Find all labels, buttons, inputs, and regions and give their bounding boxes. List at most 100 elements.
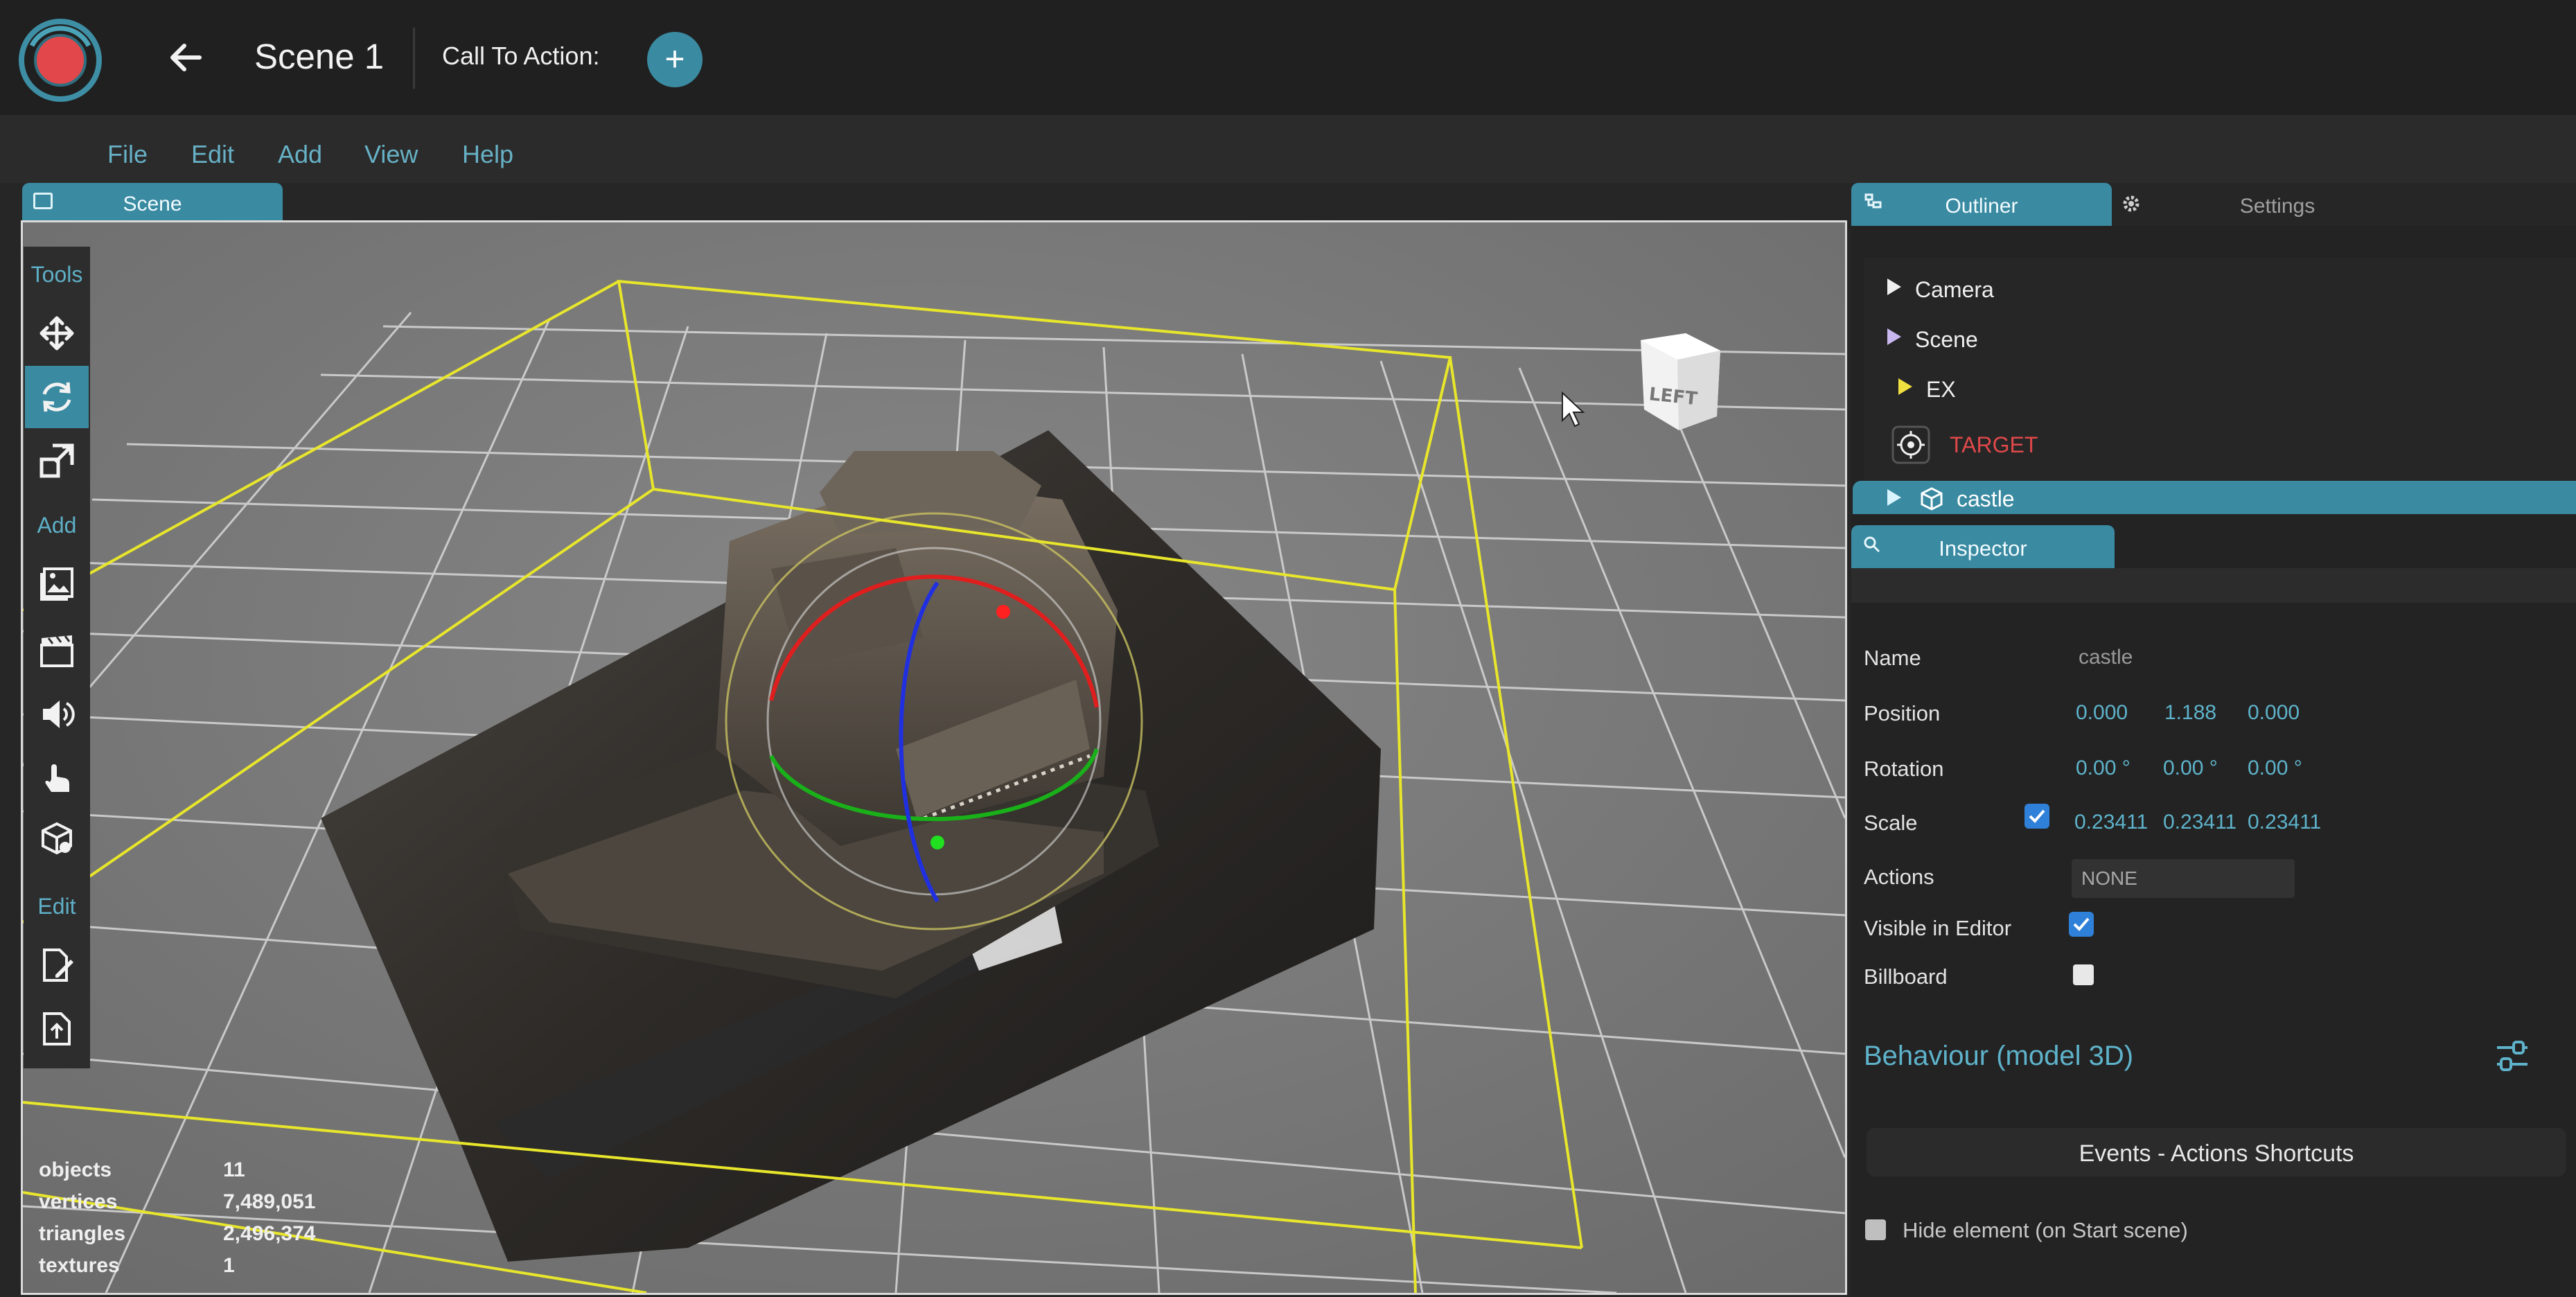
stat-value: 7,489,051 bbox=[223, 1190, 316, 1213]
expand-arrow-icon[interactable] bbox=[1887, 328, 1901, 345]
events-actions-shortcuts-button[interactable]: Events - Actions Shortcuts bbox=[1867, 1128, 2566, 1176]
cube-icon bbox=[1921, 487, 1943, 511]
billboard-label: Billboard bbox=[1864, 964, 1948, 989]
stat-value: 1 bbox=[223, 1254, 235, 1277]
app-logo[interactable] bbox=[18, 18, 103, 103]
visible-in-editor-label: Visible in Editor bbox=[1864, 916, 2012, 940]
actions-select-value: NONE bbox=[2081, 867, 2137, 889]
hide-element-label: Hide element (on Start scene) bbox=[1903, 1218, 2188, 1242]
add-audio-button[interactable] bbox=[25, 683, 89, 745]
scale-label: Scale bbox=[1864, 811, 1918, 835]
scene-title[interactable]: Scene 1 bbox=[254, 36, 384, 77]
tab-settings[interactable]: Settings bbox=[2142, 183, 2412, 226]
tab-inspector[interactable]: Inspector bbox=[1851, 525, 2115, 568]
audio-icon bbox=[43, 700, 75, 728]
stat-label: objects bbox=[39, 1158, 112, 1181]
arrow-left-icon[interactable] bbox=[164, 35, 209, 80]
add-interaction-button[interactable] bbox=[25, 748, 89, 811]
menu-file[interactable]: File bbox=[107, 140, 148, 169]
menu-view[interactable]: View bbox=[364, 140, 418, 169]
stat-label: vertices bbox=[39, 1190, 118, 1213]
scene-stats: objects 11 vertices 7,489,051 triangles 2,4… bbox=[39, 1158, 371, 1286]
edit-file-icon bbox=[43, 949, 73, 982]
outliner-item-ex[interactable]: EX bbox=[1864, 369, 2576, 407]
outliner-item-camera[interactable]: Camera bbox=[1864, 269, 2576, 308]
scale-tool-button[interactable] bbox=[25, 430, 89, 492]
visible-in-editor-checkbox[interactable] bbox=[2069, 912, 2094, 937]
expand-arrow-icon[interactable] bbox=[1887, 489, 1901, 506]
menu-bar: File Edit Add View Help bbox=[0, 115, 2576, 183]
checkmark-icon bbox=[2073, 917, 2090, 931]
menu-help[interactable]: Help bbox=[462, 140, 513, 169]
menu-edit[interactable]: Edit bbox=[191, 140, 234, 169]
call-to-action-label: Call To Action: bbox=[442, 42, 600, 70]
outliner-item-label: castle bbox=[1957, 486, 2015, 511]
expand-arrow-icon[interactable] bbox=[1898, 378, 1912, 395]
outliner-item-castle[interactable]: castle bbox=[1853, 481, 2576, 514]
checkmark-icon bbox=[2029, 809, 2045, 823]
outliner-tree: Camera Scene EX TARGET castle bbox=[1853, 258, 2576, 514]
add-image-button[interactable] bbox=[25, 553, 89, 615]
position-x-field[interactable]: 0.000 bbox=[2076, 701, 2128, 725]
target-icon bbox=[1891, 425, 1930, 464]
events-actions-label: Events - Actions Shortcuts bbox=[2079, 1140, 2354, 1167]
actions-select[interactable]: NONE bbox=[2072, 859, 2295, 898]
rotation-x-field[interactable]: 0.00 ° bbox=[2076, 757, 2131, 780]
export-file-icon bbox=[43, 1012, 71, 1045]
move-tool-button[interactable] bbox=[25, 302, 89, 364]
rotate-icon bbox=[42, 382, 71, 412]
inspector-panel: Name castle Position 0.000 1.188 0.000 R… bbox=[1851, 603, 2576, 1297]
behaviour-section-title[interactable]: Behaviour (model 3D) bbox=[1864, 1041, 2133, 1072]
outliner-item-target[interactable]: TARGET bbox=[1864, 424, 2576, 464]
name-label: Name bbox=[1864, 646, 1921, 670]
rotate-tool-button[interactable] bbox=[25, 366, 89, 428]
stat-row: triangles 2,496,374 bbox=[39, 1222, 371, 1254]
scale-y-field[interactable]: 0.23411 bbox=[2163, 811, 2237, 834]
scale-x-field[interactable]: 0.23411 bbox=[2074, 811, 2148, 834]
rotation-y-field[interactable]: 0.00 ° bbox=[2163, 757, 2218, 780]
add-section-label: Add bbox=[37, 513, 77, 538]
scene-viewport[interactable]: LEFT bbox=[21, 220, 1847, 1295]
outliner-item-label: Camera bbox=[1915, 277, 1994, 302]
sliders-settings-icon[interactable] bbox=[2493, 1036, 2532, 1075]
outliner-tab-label: Outliner bbox=[1945, 195, 2018, 218]
scale-lock-checkbox[interactable] bbox=[2024, 804, 2049, 829]
edit-file-button[interactable] bbox=[25, 934, 89, 996]
gear-icon[interactable] bbox=[2120, 193, 2142, 215]
tools-toolbar: Tools Add Edit bbox=[24, 247, 90, 1068]
outliner-item-label: EX bbox=[1926, 377, 1956, 402]
stat-value: 11 bbox=[223, 1158, 245, 1181]
actions-label: Actions bbox=[1864, 865, 1934, 889]
hide-element-checkbox[interactable] bbox=[1865, 1219, 1886, 1240]
billboard-checkbox[interactable] bbox=[2073, 964, 2094, 985]
outliner-item-scene[interactable]: Scene bbox=[1864, 319, 2576, 358]
header-divider bbox=[413, 28, 415, 89]
position-label: Position bbox=[1864, 701, 1941, 725]
tools-section-label: Tools bbox=[30, 262, 83, 287]
stat-row: objects 11 bbox=[39, 1158, 371, 1190]
outliner-item-label: TARGET bbox=[1950, 432, 2038, 457]
inspector-toolbar bbox=[1851, 568, 2576, 603]
scale-icon bbox=[39, 443, 74, 478]
model-3d-icon bbox=[42, 822, 72, 855]
menu-add[interactable]: Add bbox=[278, 140, 322, 169]
tab-scene[interactable]: Scene bbox=[22, 183, 283, 220]
add-call-to-action-button[interactable]: + bbox=[647, 32, 703, 87]
app-header: Scene 1 Call To Action: + bbox=[0, 0, 2576, 115]
image-icon bbox=[40, 567, 73, 601]
expand-arrow-icon[interactable] bbox=[1887, 279, 1901, 295]
add-video-button[interactable] bbox=[25, 619, 89, 682]
hand-pointer-icon bbox=[45, 764, 69, 792]
video-clapper-icon bbox=[40, 635, 73, 667]
add-model-button[interactable] bbox=[25, 808, 89, 870]
export-file-button[interactable] bbox=[25, 998, 89, 1060]
outliner-tab-row: Outliner Settings bbox=[1851, 183, 2576, 226]
name-field[interactable]: castle bbox=[2079, 646, 2133, 669]
tab-outliner[interactable]: Outliner bbox=[1851, 183, 2112, 226]
scale-z-field[interactable]: 0.23411 bbox=[2248, 811, 2321, 834]
position-y-field[interactable]: 1.188 bbox=[2164, 701, 2216, 725]
stat-row: textures 1 bbox=[39, 1254, 371, 1286]
rotation-z-field[interactable]: 0.00 ° bbox=[2248, 757, 2302, 780]
stat-value: 2,496,374 bbox=[223, 1222, 316, 1245]
position-z-field[interactable]: 0.000 bbox=[2248, 701, 2300, 725]
